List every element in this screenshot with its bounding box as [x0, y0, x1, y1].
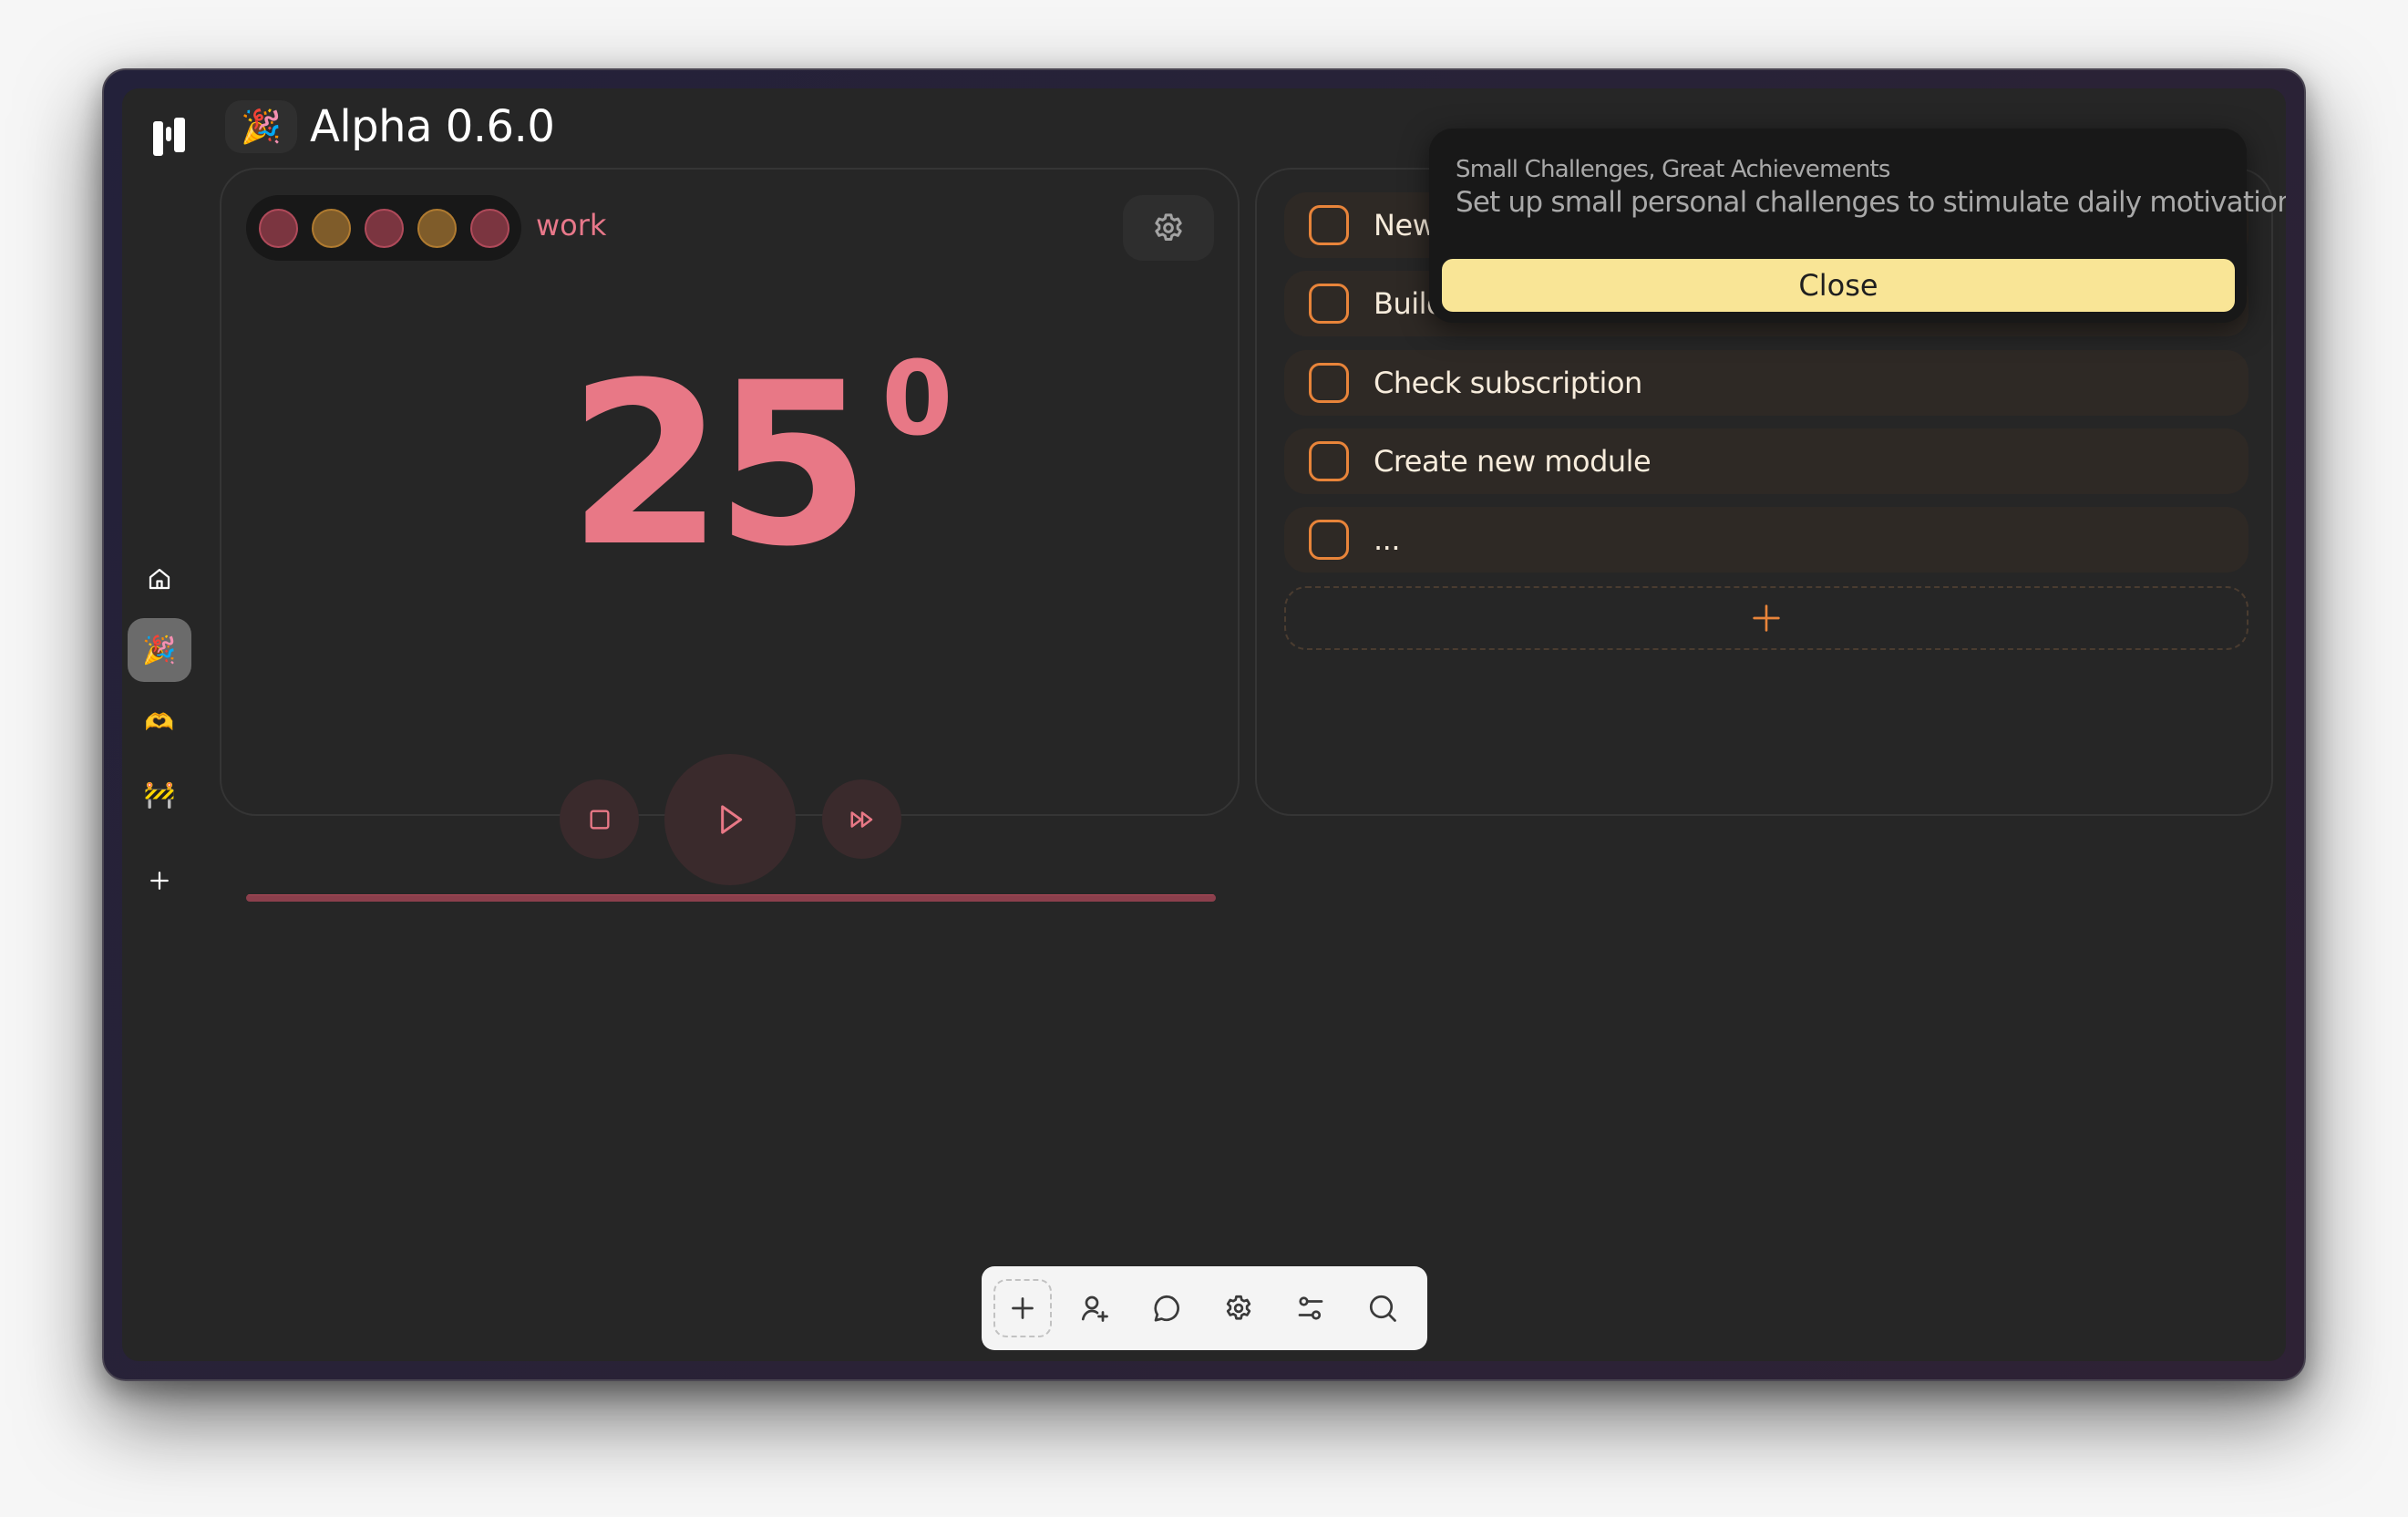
toolbar-add-button[interactable]	[993, 1279, 1052, 1337]
session-dot-work	[259, 208, 298, 248]
task-label: Check subscription	[1374, 366, 1642, 400]
sidebar-item-party[interactable]: 🎉	[128, 618, 191, 682]
title-emoji: 🎉	[241, 108, 282, 145]
sidebar-item-construction[interactable]: 🚧	[128, 762, 191, 826]
popover-title: Small Challenges, Great Achievements	[1456, 156, 1890, 183]
session-dot-work	[365, 208, 404, 248]
timer-display: 25 0	[568, 335, 952, 596]
fast-forward-icon	[850, 810, 872, 828]
app-window: 🎉 Alpha 0.6.0 🎉 🫶 🚧 work 25 0 New Build …	[102, 68, 2306, 1381]
chat-bubble-icon	[1154, 1295, 1179, 1322]
sidebar-item-heart-hands[interactable]: 🫶	[128, 690, 191, 754]
page-title: Alpha 0.6.0	[310, 101, 555, 152]
task-checkbox[interactable]	[1309, 441, 1349, 481]
session-dot-work	[470, 208, 509, 248]
gear-icon	[1226, 1295, 1251, 1320]
stop-icon	[590, 810, 609, 829]
timer-progress-bar	[246, 894, 1216, 902]
popover-body: Set up small personal challenges to stim…	[1456, 186, 2286, 219]
add-task-button[interactable]	[1284, 586, 2248, 650]
sidebar-add-button[interactable]	[128, 849, 191, 913]
task-checkbox[interactable]	[1309, 363, 1349, 403]
toolbar-settings-button[interactable]	[1209, 1279, 1268, 1337]
timer-progress-fill	[246, 894, 1216, 902]
bottom-toolbar	[982, 1266, 1427, 1350]
toolbar-add-user-button[interactable]	[1065, 1279, 1124, 1337]
construction-icon: 🚧	[143, 779, 176, 809]
toolbar-filters-button[interactable]	[1281, 1279, 1340, 1337]
task-checkbox[interactable]	[1309, 520, 1349, 560]
plus-icon	[150, 872, 169, 890]
close-button[interactable]: Close	[1442, 259, 2235, 312]
task-checkbox[interactable]	[1309, 284, 1349, 324]
tip-popover: Small Challenges, Great Achievements Set…	[1429, 129, 2286, 323]
heart-hands-icon: 🫶	[144, 707, 175, 736]
bars-logo-icon[interactable]	[153, 118, 186, 156]
task-item[interactable]: Create new module	[1284, 428, 2248, 494]
timer-mode-label: work	[536, 208, 607, 243]
party-popper-icon: 🎉	[142, 635, 177, 666]
timer-card: work 25 0	[220, 168, 1240, 902]
play-icon	[721, 805, 743, 834]
session-dot-break	[417, 208, 457, 248]
task-label: Create new module	[1374, 444, 1652, 479]
timer-minutes: 25	[568, 335, 870, 596]
home-icon	[149, 568, 170, 590]
plus-icon	[1753, 604, 1780, 632]
gear-icon	[1155, 213, 1182, 241]
timer-seconds: 0	[881, 340, 953, 459]
task-item[interactable]: ...	[1284, 507, 2248, 573]
sliders-icon	[1298, 1296, 1323, 1320]
task-label: ...	[1374, 522, 1401, 557]
party-popper-icon[interactable]: 🎉	[225, 100, 297, 153]
user-plus-icon	[1081, 1295, 1108, 1322]
sidebar-item-home[interactable]	[128, 547, 191, 611]
session-indicator	[246, 195, 521, 261]
session-dot-break	[312, 208, 351, 248]
search-icon	[1369, 1295, 1396, 1322]
skip-button[interactable]	[822, 779, 901, 859]
play-button[interactable]	[664, 754, 796, 885]
toolbar-search-button[interactable]	[1353, 1279, 1412, 1337]
toolbar-chat-button[interactable]	[1137, 1279, 1196, 1337]
stop-button[interactable]	[560, 779, 639, 859]
app-content: 🎉 Alpha 0.6.0 🎉 🫶 🚧 work 25 0 New Build …	[122, 88, 2286, 1361]
task-checkbox[interactable]	[1309, 205, 1349, 245]
task-label: New	[1374, 208, 1436, 243]
task-item[interactable]: Check subscription	[1284, 350, 2248, 416]
timer-settings-button[interactable]	[1123, 195, 1214, 261]
plus-icon	[1012, 1297, 1034, 1319]
